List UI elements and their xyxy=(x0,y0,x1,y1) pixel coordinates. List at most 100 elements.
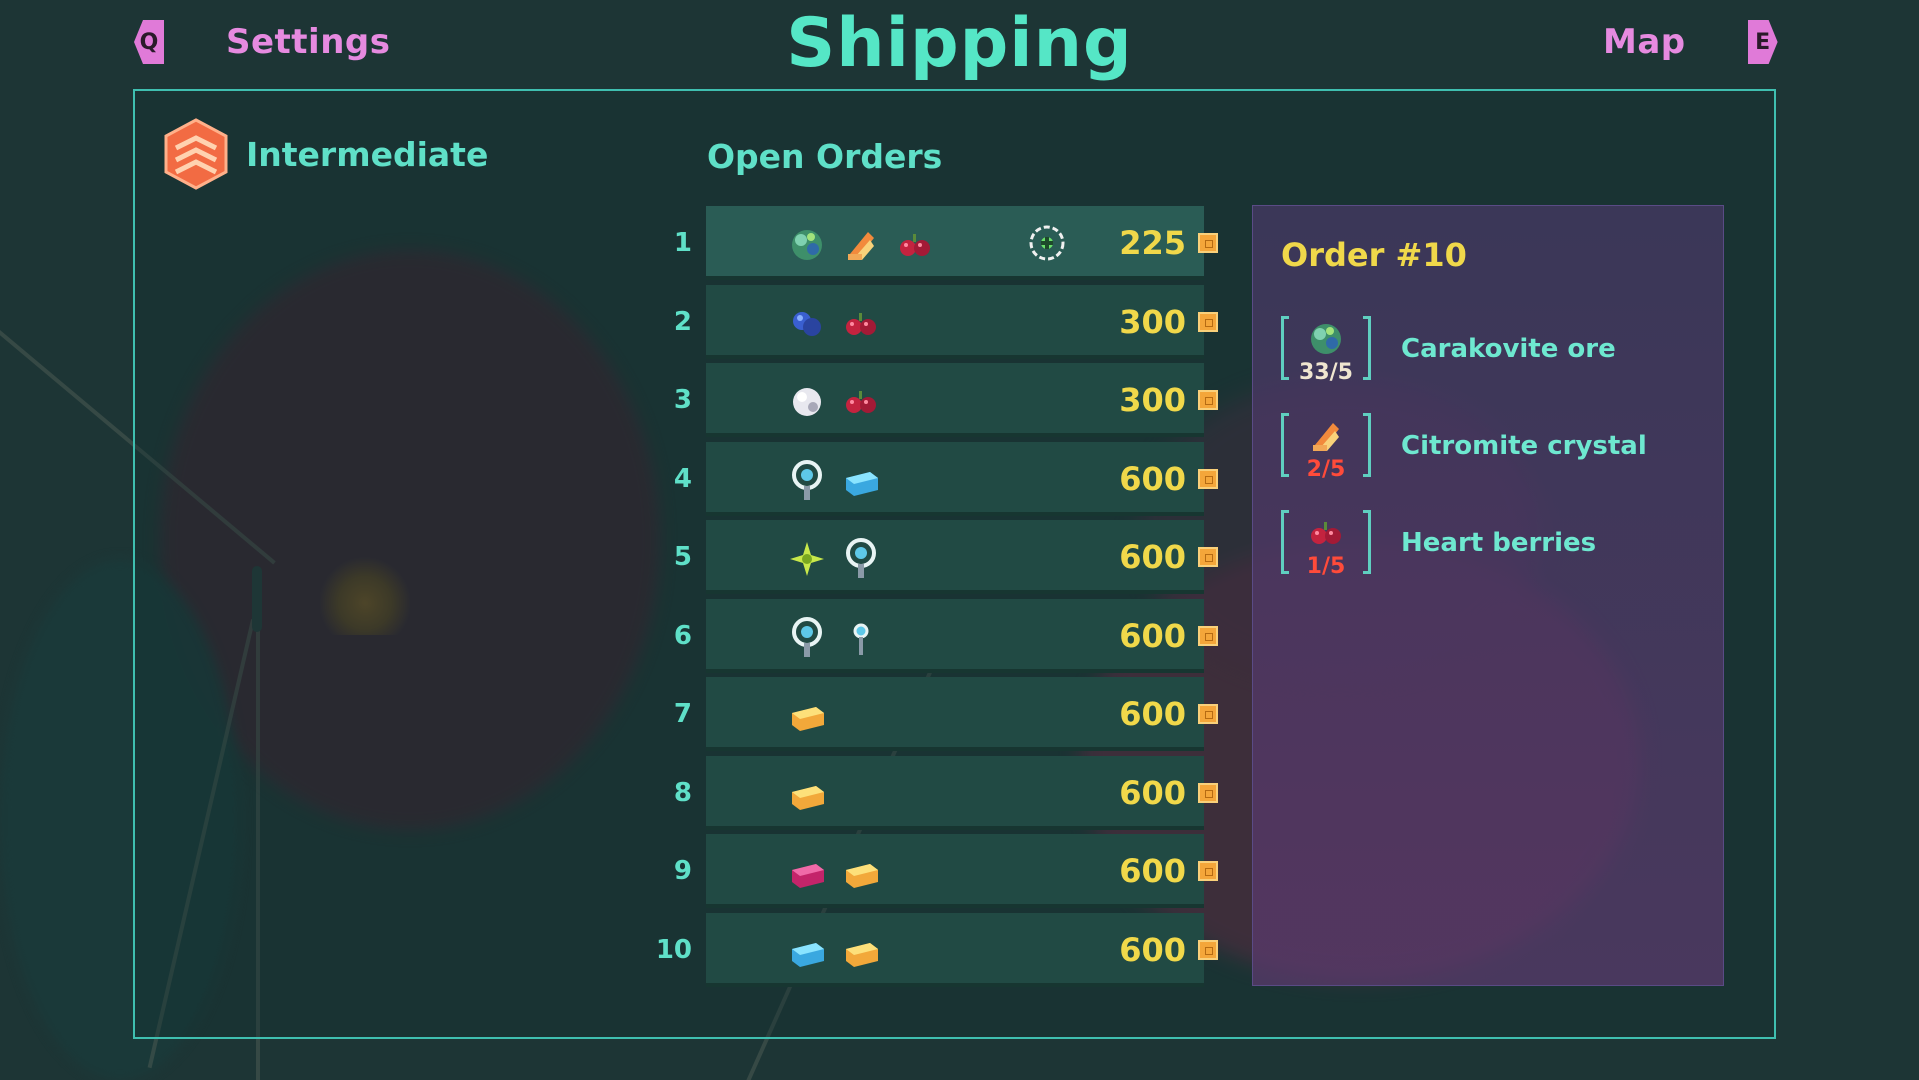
rank-chevron-badge-icon xyxy=(164,118,228,190)
map-nav-button[interactable]: Map E xyxy=(1603,14,1778,70)
order-number: 2 xyxy=(673,306,692,337)
requirement-count: 1/5 xyxy=(1306,554,1346,579)
order-items xyxy=(786,303,882,343)
shipping-rank: Intermediate xyxy=(160,118,488,190)
order-items xyxy=(786,852,882,892)
open-orders-heading: Open Orders xyxy=(707,137,943,176)
coin-icon xyxy=(1198,233,1218,253)
coin-icon xyxy=(1198,861,1218,881)
order-number: 6 xyxy=(673,620,692,651)
order-items xyxy=(786,616,882,657)
order-reward: 225 xyxy=(1119,224,1186,262)
order-bar[interactable]: 300 xyxy=(706,363,1218,437)
order-items xyxy=(786,538,882,578)
order-reward: 600 xyxy=(1119,930,1186,969)
order-row[interactable]: 9 600 xyxy=(650,834,1218,908)
heart-berries-icon xyxy=(1311,522,1341,544)
order-bar[interactable]: 600 xyxy=(706,834,1218,908)
order-bar[interactable]: 600 xyxy=(706,598,1218,673)
white-ore-icon xyxy=(793,388,821,416)
order-row[interactable]: 5 600 xyxy=(650,520,1218,594)
order-number: 9 xyxy=(673,856,692,886)
order-items xyxy=(786,774,828,814)
order-bar[interactable]: 600 xyxy=(706,912,1218,987)
order-bar[interactable]: 600 xyxy=(706,441,1218,516)
carakovite-ore-icon xyxy=(1311,324,1341,354)
order-row[interactable]: 4 600 xyxy=(650,441,1218,516)
order-row[interactable]: 7 600 xyxy=(650,677,1218,751)
order-items xyxy=(786,381,882,421)
lamp-icon xyxy=(846,538,876,578)
coin-icon xyxy=(1198,782,1218,803)
order-bar[interactable]: 600 xyxy=(706,520,1218,594)
order-number: 7 xyxy=(673,699,692,729)
order-detail-panel: Order #10 33/5 Carakovite ore 2/5 Citromite… xyxy=(1252,205,1724,986)
order-bar[interactable]: 225 xyxy=(706,206,1218,280)
order-row[interactable]: 1 225 xyxy=(650,206,1218,280)
requirement-name: Carakovite ore xyxy=(1401,334,1616,364)
order-number: 3 xyxy=(673,385,692,415)
order-bar[interactable]: 300 xyxy=(706,284,1218,359)
order-reward: 600 xyxy=(1119,616,1186,655)
lamp-icon xyxy=(792,459,822,500)
cyan-bar-icon xyxy=(846,471,878,496)
order-number: 4 xyxy=(673,463,692,494)
heart-berries-icon xyxy=(900,234,930,256)
carakovite-ore-icon xyxy=(792,230,822,260)
citromite-crystal-icon xyxy=(848,232,874,260)
magenta-bar-icon xyxy=(792,864,824,888)
order-row[interactable]: 10 600 xyxy=(650,912,1218,987)
order-requirement: 33/5 Carakovite ore xyxy=(1281,316,1701,396)
heart-berries-icon xyxy=(846,312,876,335)
order-items xyxy=(786,931,882,971)
order-items xyxy=(786,459,882,500)
order-reward: 300 xyxy=(1119,381,1186,419)
order-bar[interactable]: 600 xyxy=(706,677,1218,751)
order-reward: 600 xyxy=(1119,695,1186,733)
coin-icon xyxy=(1198,625,1218,646)
order-number: 10 xyxy=(655,934,692,965)
requirement-name: Heart berries xyxy=(1401,528,1597,558)
order-number: 8 xyxy=(673,777,692,808)
citromite-crystal-icon xyxy=(1313,423,1339,451)
order-items xyxy=(786,695,828,735)
order-detail-title: Order #10 xyxy=(1281,236,1467,274)
coin-icon xyxy=(1198,468,1218,489)
track-order-icon[interactable] xyxy=(1028,224,1066,262)
gold-bar-icon xyxy=(846,942,878,967)
order-number: 5 xyxy=(673,542,692,572)
requirement-count: 33/5 xyxy=(1299,360,1353,385)
order-row[interactable]: 6 600 xyxy=(650,598,1218,673)
map-label: Map xyxy=(1603,22,1686,62)
requirement-slot: 2/5 xyxy=(1281,413,1371,493)
coin-icon xyxy=(1198,547,1218,567)
requirement-slot: 1/5 xyxy=(1281,510,1371,590)
order-row[interactable]: 3 300 xyxy=(650,363,1218,437)
gold-bar-icon xyxy=(846,864,878,888)
gold-bar-icon xyxy=(792,785,824,810)
order-row[interactable]: 8 600 xyxy=(650,755,1218,830)
coin-icon xyxy=(1198,939,1218,960)
order-reward: 600 xyxy=(1119,538,1186,576)
order-items xyxy=(786,224,936,264)
rank-label: Intermediate xyxy=(246,134,489,174)
order-requirement: 1/5 Heart berries xyxy=(1281,510,1701,590)
blue-ore-icon xyxy=(793,311,821,336)
star-flower-icon xyxy=(790,542,824,576)
order-requirement: 2/5 Citromite crystal xyxy=(1281,413,1701,493)
order-reward: 300 xyxy=(1119,302,1186,341)
orders-list: 1 225 2 300 3 300 4 600 5 600 6 600 7 600 8 600 9 600 10 60… xyxy=(650,206,1218,991)
cyan-bar-icon xyxy=(792,942,824,967)
heart-berries-icon xyxy=(846,391,876,413)
coin-icon xyxy=(1198,704,1218,724)
order-row[interactable]: 2 300 xyxy=(650,284,1218,359)
small-lamp-icon xyxy=(853,623,869,655)
requirement-count: 2/5 xyxy=(1306,457,1346,482)
order-number: 1 xyxy=(673,228,692,258)
requirement-name: Citromite crystal xyxy=(1401,431,1647,461)
e-key-icon: E xyxy=(1747,20,1778,64)
lamp-icon xyxy=(792,616,822,657)
order-reward: 600 xyxy=(1119,459,1186,498)
order-bar[interactable]: 600 xyxy=(706,755,1218,830)
coin-icon xyxy=(1198,390,1218,410)
